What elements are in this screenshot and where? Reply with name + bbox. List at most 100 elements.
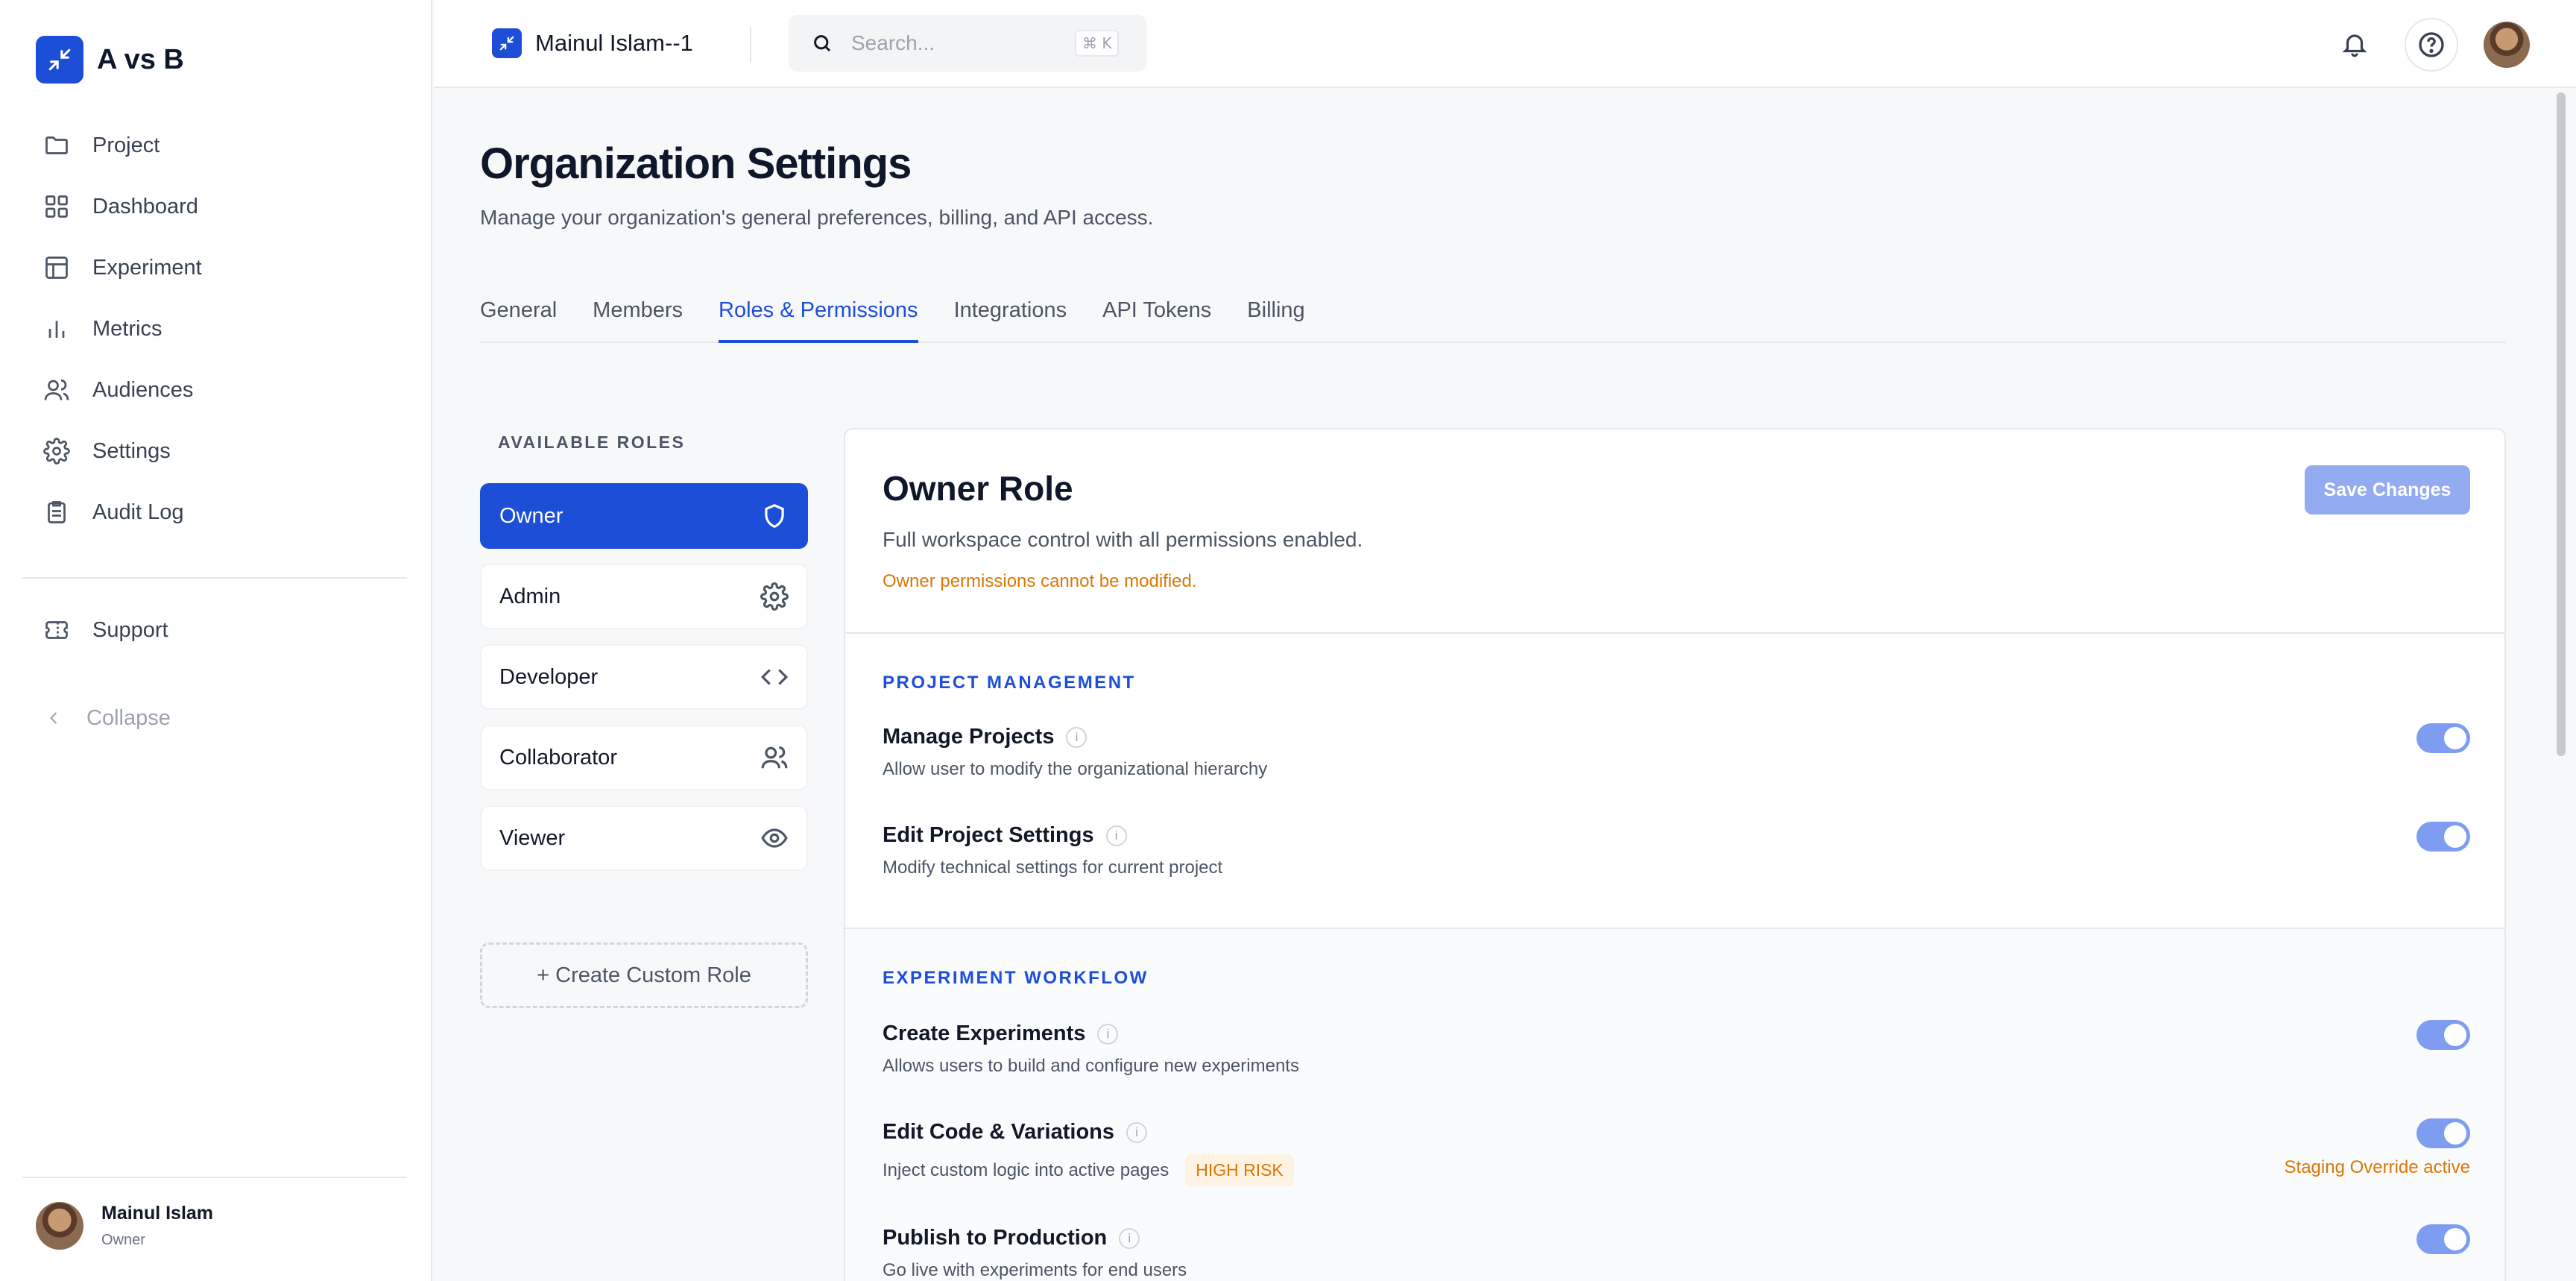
help-icon [2419,32,2444,57]
permission-toggle[interactable] [2416,1118,2470,1148]
eye-icon [761,828,788,848]
sidebar-divider [22,577,407,579]
page-scrollbar[interactable] [2557,92,2566,756]
help-button[interactable] [2405,18,2458,72]
avatar[interactable] [2484,22,2530,68]
search-icon [814,35,831,52]
role-item-viewer[interactable]: Viewer [480,805,808,871]
search-box[interactable]: ⌘ K [789,15,1146,72]
sidebar-collapse-group: Collapse [22,687,407,749]
chevron-left-icon [50,712,57,724]
topbar-divider [750,27,751,63]
org-name: Mainul Islam--1 [535,30,693,56]
role-label: Owner [499,503,564,528]
sidebar-item-experiment[interactable]: Experiment [22,237,407,298]
org-switcher[interactable]: Mainul Islam--1 [492,28,693,58]
page-subtitle: Manage your organization's general prefe… [480,206,1154,229]
section-title: EXPERIMENT WORKFLOW [883,968,1149,988]
tab-general[interactable]: General [480,294,557,343]
role-description: Full workspace control with all permissi… [883,528,1363,551]
search-shortcut: ⌘ K [1075,30,1120,57]
permission-toggle[interactable] [2416,723,2470,753]
role-item-admin[interactable]: Admin [480,564,808,629]
permission-name: Create Experiments [883,1022,1086,1045]
code-icon [760,669,789,685]
brand-logo-icon [36,36,83,84]
brand[interactable]: A vs B [36,36,184,84]
brand-name: A vs B [97,43,184,75]
permission-description-text: Allows users to build and configure new … [883,1056,1299,1076]
permission-name: Edit Project Settings [883,823,1094,847]
tab-members[interactable]: Members [593,294,683,343]
section-experiment-workflow: EXPERIMENT WORKFLOW Create Experiments i… [845,929,2504,1281]
page-title: Organization Settings [480,139,912,188]
info-icon[interactable]: i [1105,825,1127,846]
sidebar-item-support[interactable]: Support [22,599,407,661]
role-item-developer[interactable]: Developer [480,644,808,710]
role-item-owner[interactable]: Owner [480,483,808,549]
role-title: Owner Role [883,469,1073,508]
permission-description: Modify technical settings for current pr… [883,857,1222,878]
user-info: Mainul Islam Owner [101,1203,213,1249]
permission-description: Inject custom logic into active pages HI… [883,1154,1294,1186]
permission-name-group: Create Experiments i [883,1022,1119,1046]
sidebar-item-label: Dashboard [92,194,198,218]
role-label: Viewer [499,825,566,850]
shield-icon [765,504,784,528]
permission-toggle[interactable] [2416,822,2470,852]
tab-billing[interactable]: Billing [1247,294,1304,343]
bar-chart-icon [48,321,65,338]
sidebar-item-label: Settings [92,438,171,463]
permission-description: Allows users to build and configure new … [883,1056,1299,1077]
notifications-button[interactable] [2337,27,2372,61]
collapse-button[interactable]: Collapse [22,687,407,749]
permission-row: Manage Projects i Allow user to modify t… [883,723,2470,799]
save-changes-button[interactable]: Save Changes [2305,465,2470,514]
staging-override-note: Staging Override active [2284,1157,2470,1177]
role-item-collaborator[interactable]: Collaborator [480,725,808,790]
sidebar-item-project[interactable]: Project [22,115,407,176]
sidebar-support-group: Support [22,599,407,661]
permission-name-group: Edit Code & Variations i [883,1120,1147,1145]
user-name: Mainul Islam [101,1203,214,1224]
info-icon[interactable]: i [1119,1227,1140,1249]
folder-icon [45,136,68,154]
sidebar-item-label: Project [92,133,160,157]
permission-name: Edit Code & Variations [883,1120,1114,1144]
user-profile[interactable]: Mainul Islam Owner [36,1202,213,1250]
role-detail-panel: Owner Role Full workspace control with a… [844,428,2506,1281]
tab-roles-permissions[interactable]: Roles & Permissions [719,294,918,343]
permission-row: Edit Code & Variations i Inject custom l… [883,1118,2470,1195]
permission-toggle[interactable] [2416,1020,2470,1050]
permission-row: Edit Project Settings i Modify technical… [883,822,2470,898]
create-custom-role-button[interactable]: + Create Custom Role [480,942,808,1008]
sidebar-item-settings[interactable]: Settings [22,421,407,482]
permission-row: Publish to Production i Go live with exp… [883,1224,2470,1281]
sidebar-item-audit-log[interactable]: Audit Log [22,482,407,543]
sidebar-item-dashboard[interactable]: Dashboard [22,176,407,237]
clipboard-icon [48,501,66,523]
search-input[interactable] [851,31,1075,55]
gear-icon [760,582,789,611]
sidebar-item-audiences[interactable]: Audiences [22,359,407,421]
sidebar-item-label: Audit Log [92,500,184,524]
permission-description: Allow user to modify the organizational … [883,759,1267,780]
dashboard-icon [45,195,68,218]
user-role: Owner [101,1232,145,1248]
info-icon[interactable]: i [1126,1121,1147,1143]
role-label: Admin [499,584,561,608]
role-label: Developer [499,664,599,689]
section-project-management: PROJECT MANAGEMENT Manage Projects i All… [845,634,2504,929]
sidebar-item-metrics[interactable]: Metrics [22,298,407,359]
permission-name: Manage Projects [883,725,1055,749]
info-icon[interactable]: i [1097,1023,1119,1045]
permission-description-text: Allow user to modify the organizational … [883,759,1268,779]
high-risk-badge: HIGH RISK [1185,1154,1294,1186]
info-icon[interactable]: i [1066,726,1087,748]
permission-toggle[interactable] [2416,1224,2470,1254]
permission-description: Go live with experiments for end users [883,1260,1187,1281]
tab-api-tokens[interactable]: API Tokens [1102,294,1211,343]
avatar [36,1202,83,1250]
tab-integrations[interactable]: Integrations [954,294,1067,343]
role-label: Collaborator [499,745,617,769]
